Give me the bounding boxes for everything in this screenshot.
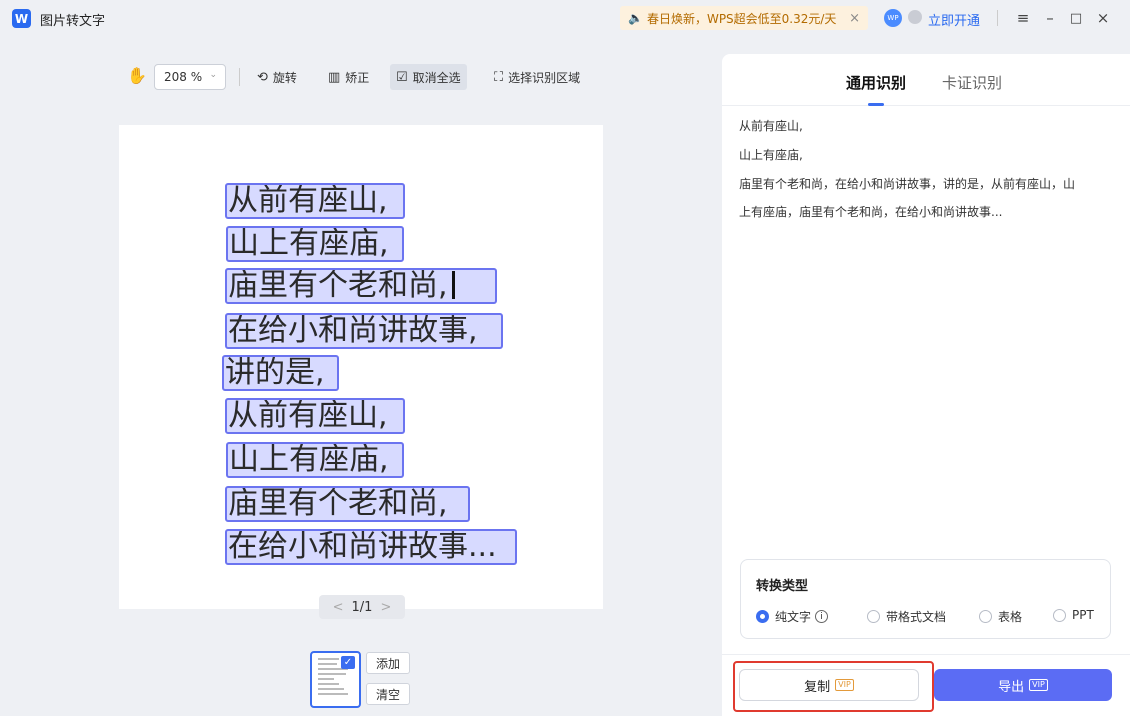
export-button[interactable]: 导出 VIP [934,669,1112,701]
active-tab-indicator [868,103,884,106]
next-page-button[interactable]: > [380,600,391,615]
thumb-line [318,693,348,695]
close-button[interactable]: × [1093,8,1113,28]
chevron-down-icon: ⌄ [209,70,217,80]
radio-icon[interactable] [1053,608,1066,622]
ocr-line-1[interactable]: 从前有座山, [225,183,405,219]
tab-general-ocr[interactable]: 通用识别 [846,72,906,93]
app-logo-icon: W [12,9,31,28]
rotate-icon: ⟲ [257,69,268,85]
thumb-line [318,658,339,660]
deselect-all-button[interactable]: ☑ 取消全选 [390,64,467,90]
promo-banner[interactable]: 🔈 春日焕新，WPS超会低至0.32元/天 × [620,6,868,30]
promo-text: 春日焕新，WPS超会低至0.32元/天 [646,11,837,26]
maximize-button[interactable]: □ [1066,8,1086,28]
option-label: 带格式文档 [886,610,947,624]
rotate-label: 旋转 [272,70,297,85]
app-title: 图片转文字 [40,14,106,29]
deskew-label: 矫正 [345,70,370,85]
result-text-area[interactable]: 从前有座山, 山上有座庙, 庙里有个老和尚，在给小和尚讲故事，讲的是，从前有座山… [739,118,1119,233]
tab-card-ocr[interactable]: 卡证识别 [942,72,1002,93]
option-label: 纯文字 [775,610,812,624]
thumb-line [318,688,345,690]
convert-type-box: 转换类型 纯文字 i 带格式文档 表格 PPT [740,559,1111,639]
radio-icon[interactable] [867,610,880,623]
result-line: 上有座庙，庙里有个老和尚，在给小和尚讲故事... [739,205,1003,219]
ocr-line-9[interactable]: 在给小和尚讲故事... [225,529,517,565]
membership-icon [908,10,922,24]
speaker-icon: 🔈 [628,11,643,25]
region-select-icon: ⛶ [494,69,504,85]
export-label: 导出 [998,679,1025,695]
result-tabs: 通用识别 卡证识别 [722,54,1130,106]
result-line: 山上有座庙, [739,148,803,162]
option-formatted-doc[interactable]: 带格式文档 [867,608,946,625]
zoom-select[interactable]: 208 % ⌄ [154,64,226,90]
option-table[interactable]: 表格 [979,608,1022,625]
deselect-icon: ☑ [396,69,408,85]
promo-close-icon[interactable]: × [849,11,860,26]
add-image-button[interactable]: 添加 [366,652,410,674]
result-panel: 通用识别 卡证识别 从前有座山, 山上有座庙, 庙里有个老和尚，在给小和尚讲故事… [722,54,1130,716]
page-thumbnail[interactable]: ✓ [310,651,361,708]
ocr-line-2[interactable]: 山上有座庙, [226,226,404,262]
ocr-line-4[interactable]: 在给小和尚讲故事, [225,313,503,349]
ocr-line-8[interactable]: 庙里有个老和尚, [225,486,470,522]
result-line: 庙里有个老和尚，在给小和尚讲故事，讲的是，从前有座山，山 [739,177,1076,191]
zoom-value: 208 % [164,70,203,84]
thumb-line [318,663,338,665]
avatar[interactable]: WP [884,9,902,27]
radio-selected-icon[interactable] [756,610,769,623]
deskew-icon: ▥ [328,69,341,85]
option-label: PPT [1072,608,1094,622]
info-icon[interactable]: i [815,610,829,623]
convert-type-title: 转换类型 [756,579,809,594]
ocr-line-7[interactable]: 山上有座庙, [226,442,404,478]
select-region-label: 选择识别区域 [508,70,581,85]
ocr-line-5[interactable]: 讲的是, [222,355,339,391]
ocr-line-3-text: 庙里有个老和尚, [228,268,448,303]
deskew-button[interactable]: ▥ 矫正 [322,64,375,90]
prev-page-button[interactable]: < [333,600,344,615]
page-number: 1/1 [351,599,373,615]
clear-images-button[interactable]: 清空 [366,683,410,705]
option-ppt[interactable]: PPT [1053,608,1094,622]
ocr-line-3[interactable]: 庙里有个老和尚, [225,268,497,304]
deselect-label: 取消全选 [412,70,461,85]
thumb-line [318,683,339,685]
toolbar-divider [239,68,240,86]
activate-link[interactable]: 立即开通 [928,10,980,29]
hand-tool-icon[interactable]: ✋ [127,66,147,85]
ocr-line-6[interactable]: 从前有座山, [225,398,405,434]
title-bar: W 图片转文字 🔈 春日焕新，WPS超会低至0.32元/天 × WP 立即开通 … [0,0,1130,36]
checkmark-icon[interactable]: ✓ [341,656,355,669]
option-label: 表格 [998,610,1023,624]
radio-icon[interactable] [979,610,992,623]
title-divider [997,10,998,26]
vip-badge: VIP [1029,679,1048,691]
minimize-button[interactable]: – [1040,8,1060,28]
thumb-line [318,678,334,680]
thumb-line [318,673,346,675]
menu-icon[interactable]: ≡ [1013,8,1033,28]
result-line: 从前有座山, [739,119,803,133]
page-indicator: < 1/1 > [319,595,405,619]
option-plain-text[interactable]: 纯文字 i [756,608,829,625]
select-region-button[interactable]: ⛶ 选择识别区域 [488,64,586,90]
rotate-button[interactable]: ⟲ 旋转 [251,64,303,90]
text-caret [451,271,455,299]
annotation-highlight-box [733,661,934,712]
